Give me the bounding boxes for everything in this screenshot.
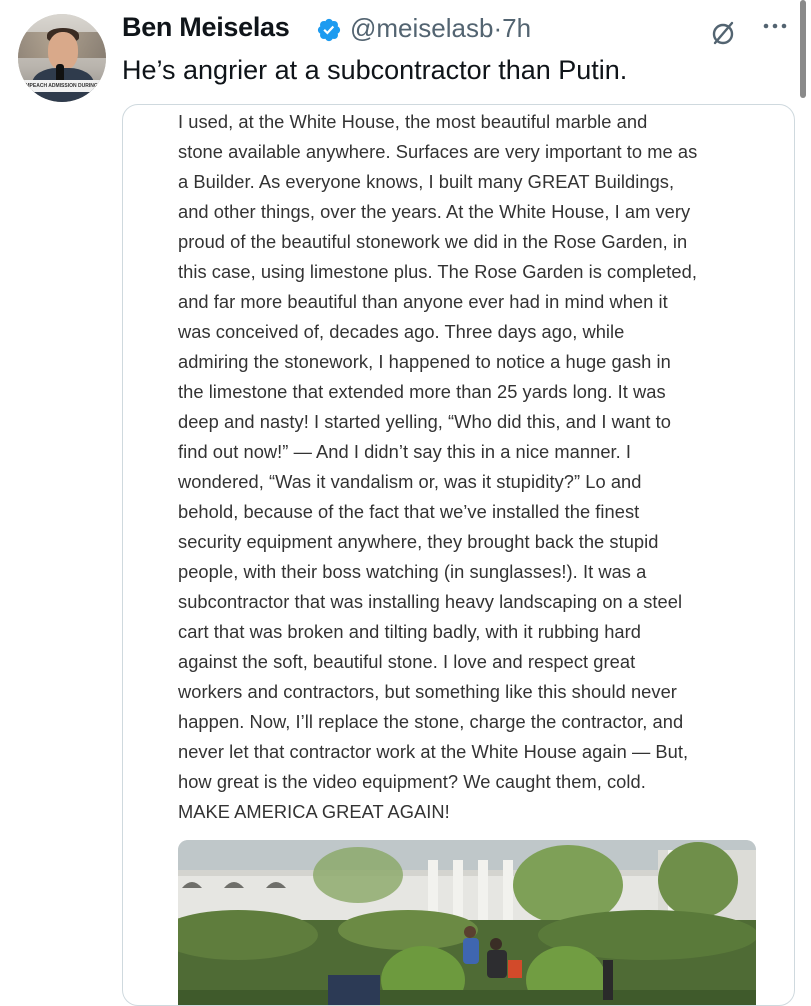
- statement-line: deep and nasty! I started yelling, “Who …: [178, 411, 671, 432]
- statement-line: stone available anywhere. Surfaces are v…: [178, 141, 698, 162]
- statement-line: was conceived of, decades ago. Three day…: [178, 321, 625, 342]
- statement-line: the limestone that extended more than 25…: [178, 381, 666, 402]
- statement-line: find out now!” — And I didn’t say this i…: [178, 441, 632, 462]
- tweet-header: Ben Meiselas @meiselasb·7h: [122, 10, 791, 46]
- statement-line: I used, at the White House, the most bea…: [178, 111, 648, 132]
- avatar-banner-text: IMPEACH ADMISSION DURING TRIAL: [24, 83, 106, 89]
- statement-line: proud of the beautiful stonework we did …: [178, 231, 688, 252]
- statement-line: wondered, “Was it vandalism or, was it s…: [178, 471, 642, 492]
- statement-line: people, with their boss watching (in sun…: [178, 561, 647, 582]
- verified-badge-icon: [317, 18, 341, 42]
- statement-line: never let that contractor work at the Wh…: [178, 741, 689, 762]
- handle-and-time[interactable]: @meiselasb·7h: [350, 13, 531, 44]
- statement-line: cart that was broken and tilting badly, …: [178, 621, 641, 642]
- scrollbar[interactable]: [800, 0, 806, 98]
- statement-line: this case, using limestone plus. The Ros…: [178, 261, 697, 282]
- separator-dot: ·: [493, 13, 503, 43]
- statement-line: MAKE AMERICA GREAT AGAIN!: [178, 801, 450, 822]
- author-avatar[interactable]: IMPEACH ADMISSION DURING TRIAL: [18, 14, 106, 102]
- statement-line: and other things, over the years. At the…: [178, 201, 691, 222]
- statement-line: security equipment anywhere, they brough…: [178, 531, 659, 552]
- statement-line: how great is the video equipment? We cau…: [178, 771, 646, 792]
- tweet-text: He’s angrier at a subcontractor than Put…: [122, 55, 628, 85]
- statement-line: happen. Now, I’ll replace the stone, cha…: [178, 711, 684, 732]
- author-name[interactable]: Ben Meiselas: [122, 12, 290, 43]
- tweet-time[interactable]: 7h: [502, 13, 531, 43]
- statement-line: against the soft, beautiful stone. I lov…: [178, 651, 636, 672]
- statement-line: subcontractor that was installing heavy …: [178, 591, 683, 612]
- embedded-media-card[interactable]: I used, at the White House, the most bea…: [122, 104, 795, 1006]
- author-handle[interactable]: @meiselasb: [350, 13, 493, 43]
- statement-line: a Builder. As everyone knows, I built ma…: [178, 171, 675, 192]
- more-dots-icon[interactable]: [758, 14, 792, 38]
- statement-line: workers and contractors, but something l…: [178, 681, 677, 702]
- rose-garden-photo[interactable]: [178, 840, 756, 1006]
- statement-line: admiring the stonework, I happened to no…: [178, 351, 671, 372]
- statement-screenshot-text: I used, at the White House, the most bea…: [178, 107, 768, 827]
- statement-line: and far more beautiful than anyone ever …: [178, 291, 668, 312]
- statement-line: behold, because of the fact that we’ve i…: [178, 501, 640, 522]
- slashed-circle-icon[interactable]: [708, 18, 738, 48]
